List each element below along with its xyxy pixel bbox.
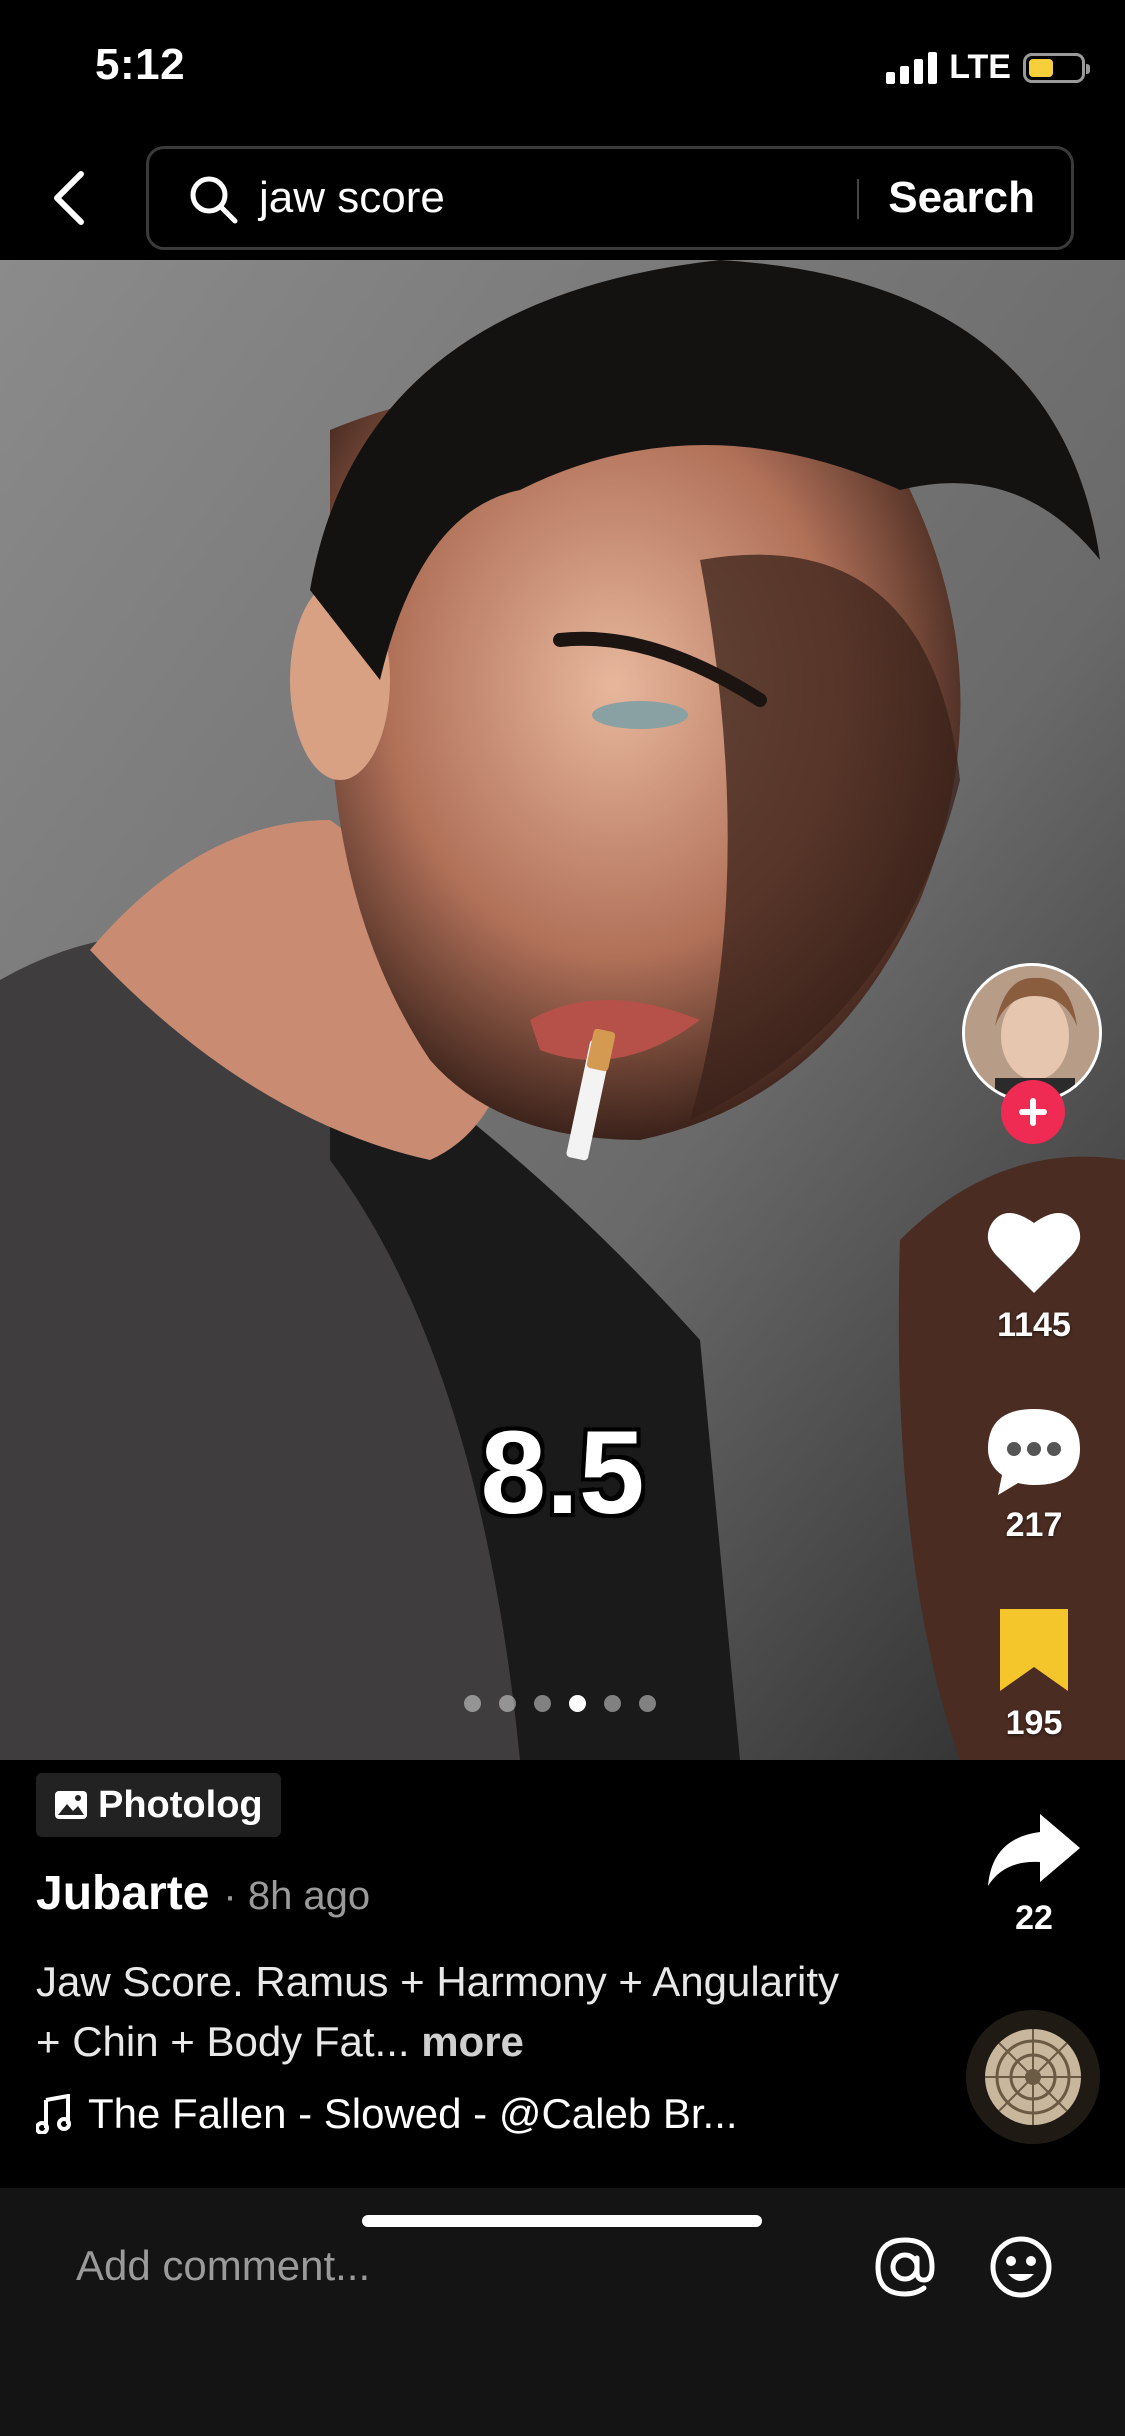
- emoji-icon[interactable]: [988, 2234, 1054, 2305]
- overlay-score: 8.5: [480, 1407, 645, 1539]
- carousel-dot-active[interactable]: [569, 1695, 586, 1712]
- bookmark-button[interactable]: 195: [970, 1605, 1098, 1743]
- carousel-dots[interactable]: [464, 1695, 656, 1712]
- caption-more-link[interactable]: more: [421, 2018, 524, 2065]
- status-time: 5:12: [95, 40, 186, 89]
- comment-count: 217: [1005, 1506, 1063, 1544]
- badge-label: Photolog: [98, 1783, 263, 1826]
- like-count: 1145: [997, 1306, 1071, 1344]
- plus-icon: [1019, 1098, 1047, 1126]
- post-time: · 8h ago: [223, 1874, 371, 1918]
- photolog-badge[interactable]: Photolog: [36, 1773, 281, 1837]
- music-title: The Fallen - Slowed - @Caleb Br...: [88, 2090, 738, 2137]
- carousel-dot[interactable]: [464, 1695, 481, 1712]
- share-button[interactable]: 22: [970, 1810, 1098, 1938]
- share-arrow-icon: [988, 1814, 1080, 1886]
- search-button[interactable]: Search: [888, 173, 1035, 223]
- heart-icon: [987, 1213, 1081, 1293]
- carousel-dot[interactable]: [499, 1695, 516, 1712]
- like-button[interactable]: 1145: [970, 1205, 1098, 1345]
- search-bar[interactable]: jaw score Search: [146, 146, 1074, 250]
- status-right: LTE: [886, 48, 1090, 87]
- status-bar: 5:12 LTE: [0, 0, 1125, 135]
- save-count: 195: [1005, 1704, 1063, 1742]
- search-input[interactable]: jaw score: [259, 173, 445, 223]
- post-caption[interactable]: Jaw Score. Ramus + Harmony + Angularity …: [36, 1952, 856, 2072]
- mention-at-icon[interactable]: [872, 2234, 938, 2305]
- music-disc[interactable]: [966, 2010, 1100, 2144]
- photo-icon: [55, 1791, 87, 1819]
- comment-bubble-icon: [988, 1409, 1080, 1495]
- battery-icon: [1023, 52, 1090, 83]
- share-count: 22: [1015, 1899, 1053, 1937]
- network-label: LTE: [949, 48, 1011, 86]
- follow-plus-button[interactable]: [1001, 1080, 1065, 1144]
- search-divider: [857, 179, 859, 219]
- author-row: Jubarte · 8h ago: [36, 1866, 370, 1921]
- carousel-dot[interactable]: [534, 1695, 551, 1712]
- signal-bars-icon: [886, 51, 938, 84]
- bookmark-icon: [1000, 1609, 1068, 1691]
- search-icon: [187, 173, 241, 232]
- carousel-dot[interactable]: [639, 1695, 656, 1712]
- dome-disc-icon: [966, 2010, 1100, 2144]
- comment-input[interactable]: Add comment...: [76, 2242, 370, 2290]
- music-note-icon: [36, 2094, 71, 2134]
- music-row[interactable]: The Fallen - Slowed - @Caleb Br...: [36, 2090, 738, 2138]
- author-name[interactable]: Jubarte: [36, 1866, 209, 1921]
- carousel-dot[interactable]: [604, 1695, 621, 1712]
- comment-button[interactable]: 217: [970, 1405, 1098, 1545]
- home-indicator: [362, 2215, 762, 2227]
- back-chevron-icon[interactable]: [45, 168, 95, 228]
